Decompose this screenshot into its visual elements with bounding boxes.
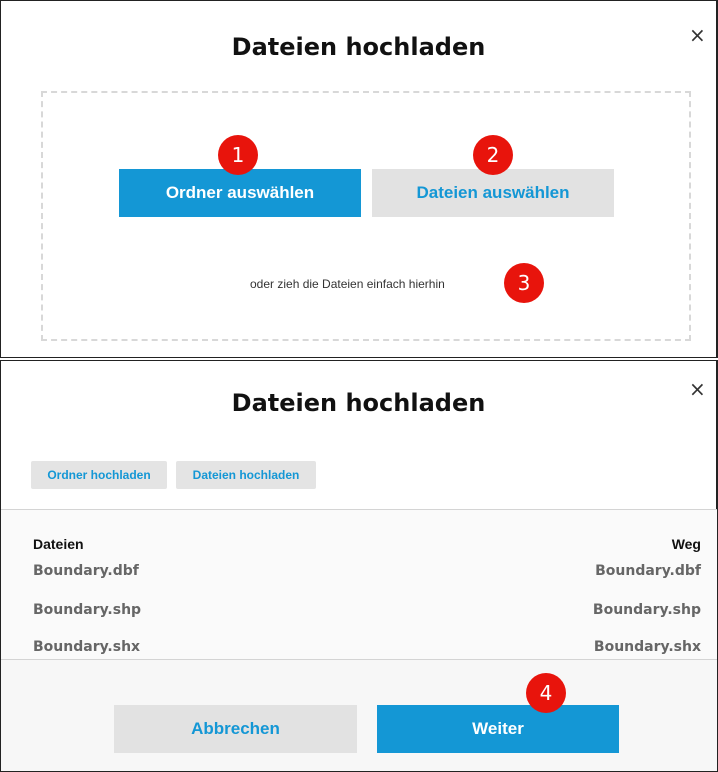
close-icon[interactable]: × (689, 23, 706, 47)
upload-dialog-select: Dateien hochladen × Ordner auswählen Dat… (0, 0, 718, 358)
drop-hint-text: oder zieh die Dateien einfach hierhin (250, 277, 445, 291)
file-path: Boundary.dbf (595, 563, 701, 579)
dialog-title: Dateien hochladen (231, 33, 486, 61)
cancel-button[interactable]: Abbrechen (114, 705, 357, 753)
annotation-badge-1: 1 (218, 135, 258, 175)
file-path: Boundary.shp (592, 602, 701, 618)
column-header-files: Dateien (33, 536, 84, 552)
dialog-footer: Abbrechen Weiter 4 (1, 660, 717, 771)
upload-folder-button[interactable]: Ordner hochladen (31, 461, 167, 489)
file-list: Dateien Weg Boundary.dbf Boundary.dbf Bo… (1, 510, 717, 659)
file-path: Boundary.shx (593, 639, 701, 655)
upload-dialog-list: Dateien hochladen × Ordner hochladen Dat… (0, 360, 718, 772)
next-button[interactable]: Weiter (377, 705, 619, 753)
column-header-path: Weg (671, 536, 701, 552)
close-icon[interactable]: × (689, 377, 706, 401)
dialog-title: Dateien hochladen (231, 389, 486, 417)
select-folder-button[interactable]: Ordner auswählen (119, 169, 361, 217)
file-name: Boundary.shp (33, 602, 142, 618)
file-name: Boundary.dbf (33, 563, 139, 579)
upload-files-button[interactable]: Dateien hochladen (176, 461, 316, 489)
select-files-button[interactable]: Dateien auswählen (372, 169, 614, 217)
annotation-badge-2: 2 (473, 135, 513, 175)
annotation-badge-3: 3 (504, 263, 544, 303)
file-name: Boundary.shx (33, 639, 141, 655)
annotation-badge-4: 4 (526, 673, 566, 713)
